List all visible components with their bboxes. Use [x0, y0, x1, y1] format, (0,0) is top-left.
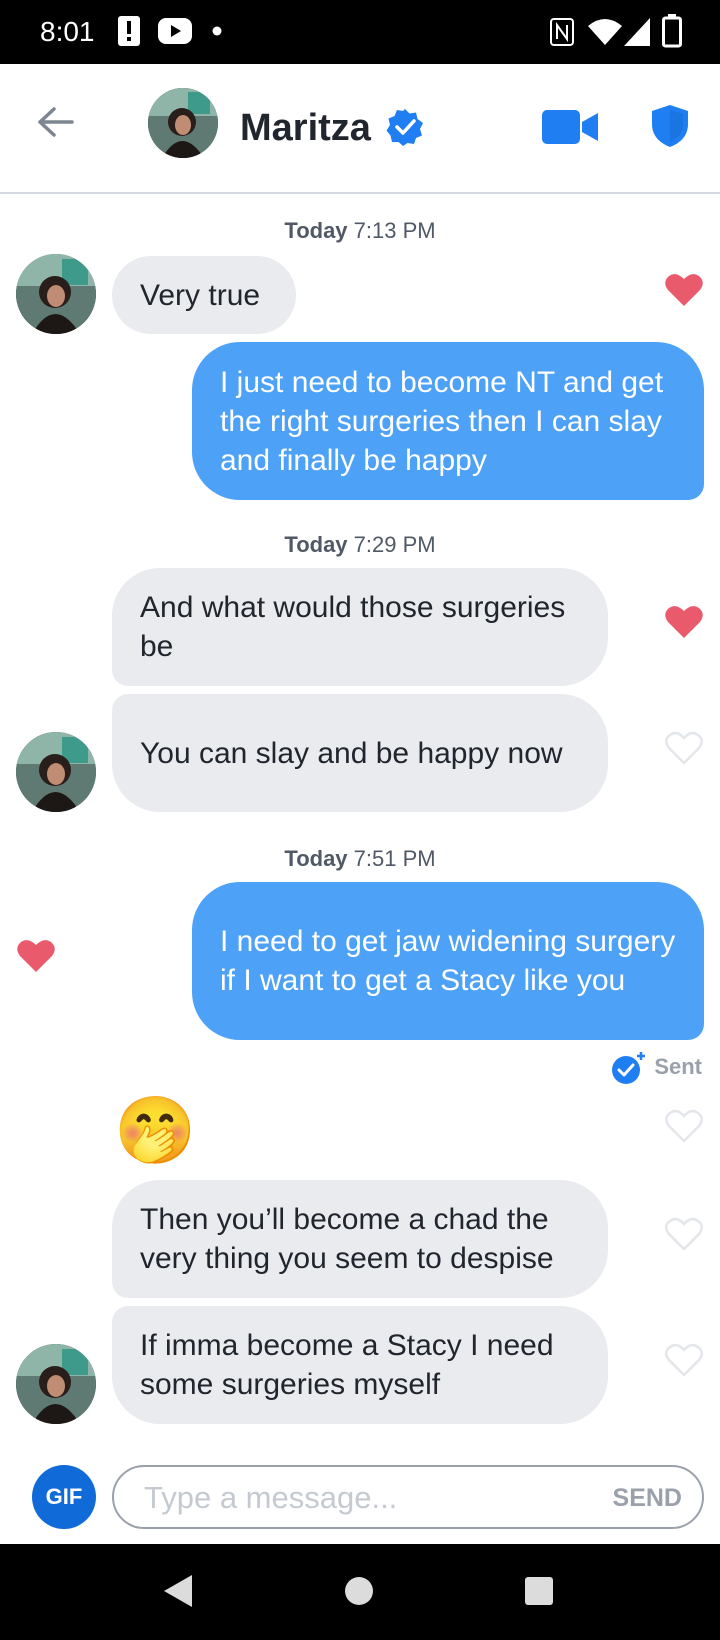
sender-avatar[interactable] — [16, 1344, 96, 1424]
avatar-photo — [16, 254, 96, 334]
heart-filled-icon[interactable] — [664, 272, 704, 308]
message-input[interactable]: Type a message... SEND — [112, 1465, 704, 1529]
youtube-icon — [158, 18, 192, 44]
gif-button[interactable]: GIF — [32, 1465, 96, 1529]
avatar-photo — [148, 88, 218, 158]
sent-message[interactable]: I just need to become NT and get the rig… — [192, 342, 704, 500]
timestamp: Today 7:29 PM — [284, 532, 436, 557]
avatar-photo — [16, 1344, 96, 1424]
sent-check-icon — [612, 1052, 645, 1084]
dot-icon — [212, 26, 222, 36]
wifi-icon — [588, 19, 622, 45]
heart-outline-icon[interactable] — [664, 730, 704, 766]
status-time: 8:01 — [40, 16, 95, 47]
sent-message[interactable]: I need to get jaw widening surgery if I … — [192, 882, 704, 1040]
emoji-message[interactable]: 🤭 — [114, 1090, 196, 1170]
recents-nav-icon[interactable] — [524, 1576, 554, 1606]
heart-outline-icon[interactable] — [664, 1342, 704, 1378]
signal-icon — [624, 18, 650, 46]
heart-filled-icon[interactable] — [16, 938, 56, 974]
verified-badge-icon — [386, 109, 423, 146]
received-message[interactable]: You can slay and be happy now — [112, 694, 608, 812]
contact-avatar[interactable] — [148, 88, 218, 158]
sender-avatar[interactable] — [16, 732, 96, 812]
heart-outline-icon[interactable] — [664, 1216, 704, 1252]
chat-header: Maritza — [0, 64, 720, 194]
sent-status: Sent — [654, 1054, 702, 1079]
received-message[interactable]: And what would those surgeries be — [112, 568, 608, 686]
received-message[interactable]: If imma become a Stacy I need some surge… — [112, 1306, 608, 1424]
send-button[interactable]: SEND — [613, 1482, 682, 1514]
home-nav-icon[interactable] — [344, 1576, 374, 1606]
video-camera-icon[interactable] — [542, 110, 598, 144]
shield-icon[interactable] — [650, 104, 690, 148]
system-nav-bar — [0, 1544, 720, 1640]
heart-outline-icon[interactable] — [664, 1108, 704, 1144]
message-input-placeholder: Type a message... — [144, 1480, 398, 1515]
timestamp: Today 7:13 PM — [284, 218, 436, 243]
arrow-left-icon[interactable] — [36, 106, 74, 138]
back-nav-icon[interactable] — [162, 1574, 194, 1608]
received-message[interactable]: Very true — [112, 256, 296, 334]
battery-icon — [662, 14, 682, 48]
status-bar: 8:01 — [0, 0, 720, 64]
heart-filled-icon[interactable] — [664, 604, 704, 640]
avatar-photo — [16, 732, 96, 812]
contact-name[interactable]: Maritza — [240, 104, 371, 152]
timestamp: Today 7:51 PM — [284, 846, 436, 871]
nfc-icon — [550, 18, 574, 46]
alert-icon — [118, 16, 140, 46]
sender-avatar[interactable] — [16, 254, 96, 334]
received-message[interactable]: Then you’ll become a chad the very thing… — [112, 1180, 608, 1298]
